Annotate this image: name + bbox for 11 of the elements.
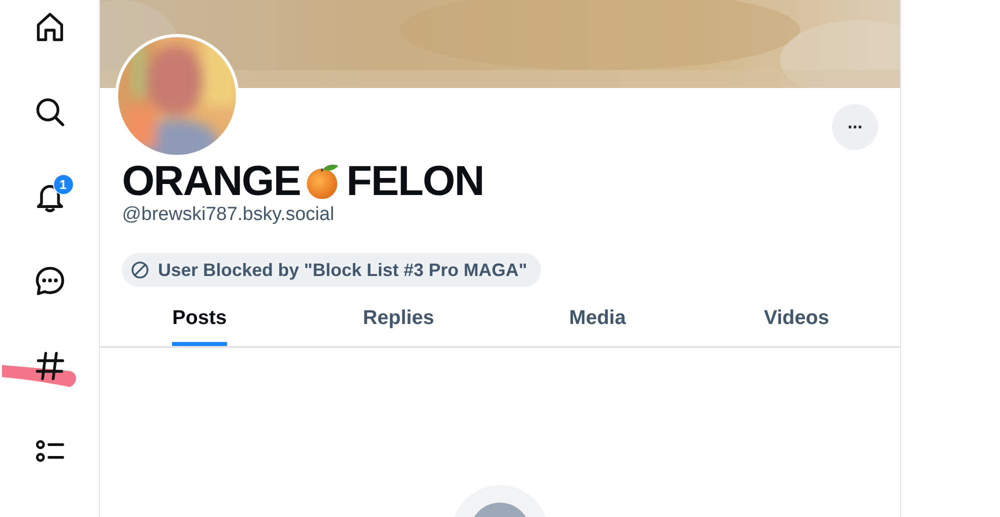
tab[interactable]: Videos <box>764 293 830 346</box>
blocked-icon <box>130 260 150 280</box>
tab[interactable]: Replies <box>362 293 434 346</box>
user-handle: @brewski787.bsky.social <box>122 204 334 226</box>
display-name: ORANGE <box>122 156 300 206</box>
display-name: FELON <box>346 156 484 206</box>
tab[interactable]: Media <box>569 293 626 346</box>
blocked-notice-text: User Blocked by "Block List #3 Pro MAGA" <box>158 260 528 280</box>
tab[interactable]: Posts <box>172 293 227 346</box>
notification-badge: 1 <box>52 174 74 195</box>
more-button[interactable]: ··· <box>832 104 878 150</box>
